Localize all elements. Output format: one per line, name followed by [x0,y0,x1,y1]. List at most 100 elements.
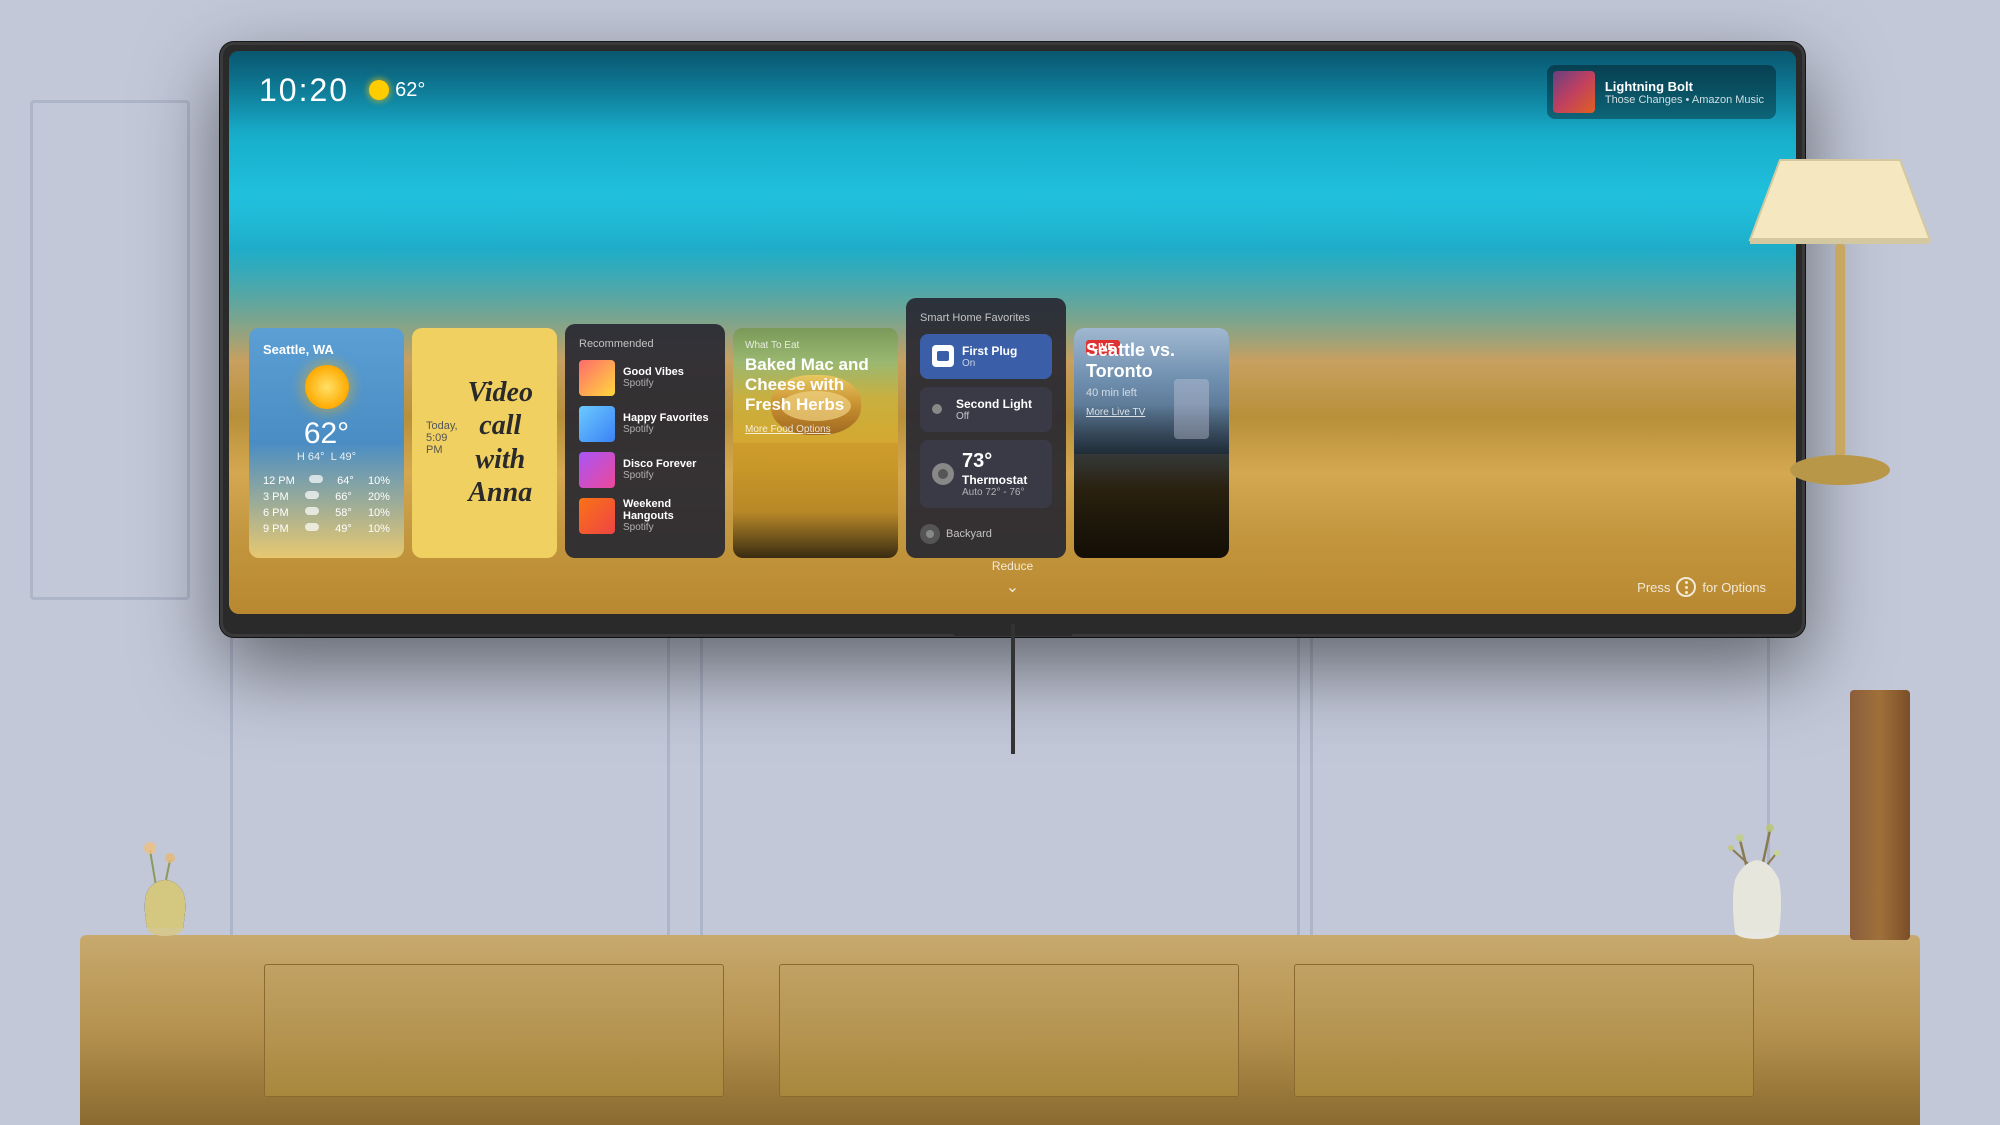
room: 10:20 62° Lightning Bolt Those Changes •… [0,0,2000,1125]
light-dot-icon [932,404,942,414]
music-item-info-0: Good Vibes Spotify [623,366,711,389]
first-plug-title: First Plug [962,344,1017,358]
live-tv-content: Seattle vs. Toronto 40 min left More Liv… [1074,328,1229,430]
vase-right [1715,800,1805,940]
thermostat-item[interactable]: 73° Thermostat Auto 72° - 76° [920,440,1052,508]
plug-icon [932,345,954,367]
food-category: What To Eat [745,340,886,351]
clock-display: 10:20 [259,72,349,109]
weather-row-1: 3 PM 66° 20% [263,489,390,505]
options-menu-icon[interactable] [1676,577,1696,597]
music-thumb-weekend [579,498,615,534]
dresser-drawer-2 [779,964,1239,1097]
weather-row-3: 9 PM 49° 10% [263,521,390,537]
press-label: Press [1637,580,1670,595]
dresser-drawer-3 [1294,964,1754,1097]
video-call-date: Today, 5:09 PM [426,420,458,456]
tv-screen: 10:20 62° Lightning Bolt Those Changes •… [229,51,1796,614]
press-options: Press for Options [1637,577,1766,597]
options-dot-3 [1685,591,1688,594]
music-item-title-2: Disco Forever [623,458,711,470]
music-title: Lightning Bolt [1605,79,1764,94]
first-plug-row: First Plug On [932,344,1040,369]
music-item-info-2: Disco Forever Spotify [623,458,711,481]
options-dot-2 [1685,586,1688,589]
thermostat-icon [932,463,954,485]
vase-left [130,830,210,940]
second-light-info: Second Light Off [956,397,1032,422]
bottom-bar: Reduce ⌄ [229,559,1796,597]
music-item-sub-0: Spotify [623,378,711,389]
thermostat-range: Auto 72° - 76° [962,487,1027,498]
music-item-sub-2: Spotify [623,470,711,481]
weather-hl: H 64° L 49° [263,451,390,463]
music-item-sub-1: Spotify [623,424,711,435]
screen-top-bar: 10:20 62° Lightning Bolt Those Changes •… [229,51,1796,130]
cloud-icon [309,475,323,483]
live-tv-time: 40 min left [1086,387,1217,399]
music-widget[interactable]: Lightning Bolt Those Changes • Amazon Mu… [1547,65,1776,119]
music-thumb-disco [579,452,615,488]
cloud-icon [305,507,319,515]
food-more[interactable]: More Food Options [745,424,886,435]
weather-row-2: 6 PM 58° 10% [263,505,390,521]
second-light-title: Second Light [956,397,1032,411]
music-info: Lightning Bolt Those Changes • Amazon Mu… [1605,79,1764,106]
tv-frame: 10:20 62° Lightning Bolt Those Changes •… [220,42,1805,637]
camera-icon [920,524,940,544]
options-dot-1 [1685,581,1688,584]
music-item-title-0: Good Vibes [623,366,711,378]
live-tv-title: Seattle vs. Toronto [1086,340,1217,383]
cloud-icon [305,523,319,531]
temp-display: 62° [395,79,425,102]
weather-location: Seattle, WA [263,342,390,357]
weather-card[interactable]: Seattle, WA 62° H 64° L 49° 12 PM 64° 10… [249,328,404,558]
music-item-1[interactable]: Happy Favorites Spotify [579,406,711,442]
music-item-0[interactable]: Good Vibes Spotify [579,360,711,396]
screen-background: 10:20 62° Lightning Bolt Those Changes •… [229,51,1796,614]
smart-home-card[interactable]: Smart Home Favorites First Plug On [906,298,1066,558]
first-plug-info: First Plug On [962,344,1017,369]
lamp [1740,140,1940,490]
wood-stand [1850,690,1910,940]
music-album-art [1553,71,1595,113]
first-plug-item[interactable]: First Plug On [920,334,1052,379]
second-light-row: Second Light Off [932,397,1040,422]
first-plug-status: On [962,358,1017,369]
lamp-svg [1740,140,1940,490]
dresser-drawer-1 [264,964,724,1097]
music-item-3[interactable]: Weekend Hangouts Spotify [579,498,711,534]
wall-panel-left [30,100,190,600]
thermostat-row: 73° Thermostat Auto 72° - 76° [932,450,1040,498]
weather-sun-icon [305,365,349,409]
chevron-down-icon[interactable]: ⌄ [1006,577,1019,597]
thermostat-temp: 73° [962,450,1027,473]
food-card-content: What To Eat Baked Mac and Cheese with Fr… [733,328,898,447]
music-item-title-3: Weekend Hangouts [623,498,711,522]
for-options-label: for Options [1702,580,1766,595]
music-item-sub-3: Spotify [623,522,711,533]
reduce-label[interactable]: Reduce [992,559,1033,573]
recommended-header: Recommended [579,338,711,350]
music-item-info-3: Weekend Hangouts Spotify [623,498,711,533]
recommended-card[interactable]: Recommended Good Vibes Spotify Happy F [565,324,725,558]
weather-row-0: 12 PM 64° 10% [263,473,390,489]
music-item-info-1: Happy Favorites Spotify [623,412,711,435]
dresser [80,935,1920,1125]
video-call-card[interactable]: Today, 5:09 PM Video call with Anna [412,328,557,558]
music-item-2[interactable]: Disco Forever Spotify [579,452,711,488]
music-thumb-vibes [579,360,615,396]
live-tv-more[interactable]: More Live TV [1086,407,1217,418]
live-tv-card[interactable]: LIVE Seattle vs. Toronto 40 min left Mor… [1074,328,1229,558]
vase-left-svg [130,830,210,940]
vase-right-svg [1715,800,1805,940]
second-light-item[interactable]: Second Light Off [920,387,1052,432]
food-title: Baked Mac and Cheese with Fresh Herbs [745,355,886,416]
thermostat-title: Thermostat [962,473,1027,487]
cloud-icon [305,491,319,499]
backyard-row[interactable]: Backyard [920,516,1052,544]
food-card[interactable]: What To Eat Baked Mac and Cheese with Fr… [733,328,898,558]
sun-icon [369,80,389,100]
music-subtitle: Those Changes • Amazon Music [1605,94,1764,106]
second-light-status: Off [956,411,1032,422]
